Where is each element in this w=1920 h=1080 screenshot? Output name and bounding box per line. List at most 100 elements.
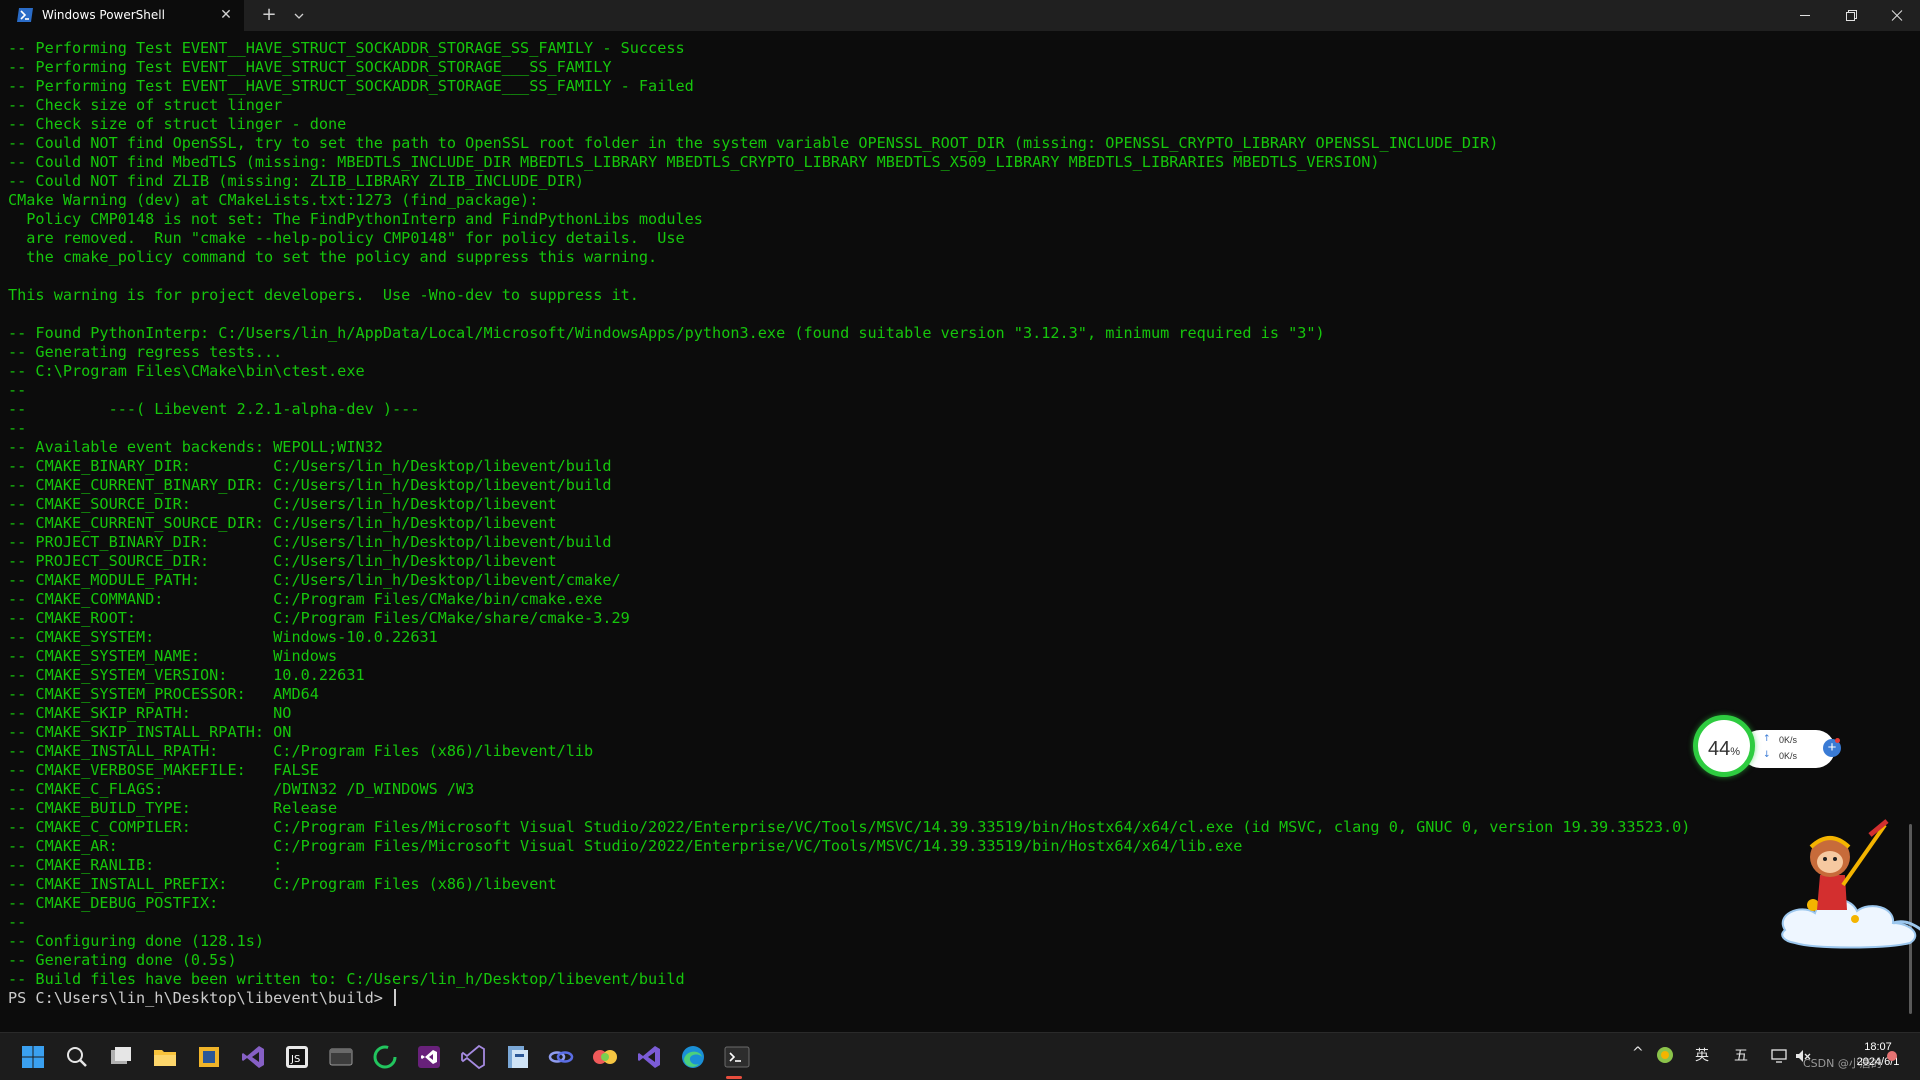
- terminal-line: --: [8, 913, 27, 931]
- title-bar: Windows PowerShell ✕ +: [0, 0, 1920, 31]
- terminal-line: -- Available event backends: WEPOLL;WIN3…: [8, 438, 383, 456]
- ime-language-indicator[interactable]: 英: [1695, 1045, 1709, 1065]
- notification-dot: [1835, 738, 1840, 743]
- terminal-line: -- CMAKE_COMMAND: C:/Program Files/CMake…: [8, 590, 603, 608]
- text-cursor: [394, 989, 397, 1006]
- new-tab-button[interactable]: +: [258, 5, 280, 27]
- memory-usage-ring[interactable]: 44%: [1693, 715, 1755, 777]
- terminal-line: This warning is for project developers. …: [8, 286, 639, 304]
- terminal-line: -- Generating regress tests...: [8, 343, 283, 361]
- prompt-text: PS C:\Users\lin_h\Desktop\libevent\build…: [8, 989, 393, 1007]
- tab-windows-powershell[interactable]: Windows PowerShell ✕: [0, 0, 244, 31]
- vscode-icon[interactable]: [634, 1042, 664, 1072]
- file-explorer-icon[interactable]: [150, 1042, 180, 1072]
- ime-mode-indicator[interactable]: 五: [1734, 1045, 1748, 1065]
- minimize-button[interactable]: [1782, 0, 1828, 31]
- terminal-line: -- CMAKE_SOURCE_DIR: C:/Users/lin_h/Desk…: [8, 495, 557, 513]
- close-tab-icon[interactable]: ✕: [218, 7, 234, 23]
- terminal-line: -- Performing Test EVENT__HAVE_STRUCT_SO…: [8, 39, 685, 57]
- terminal-line: CMake Warning (dev) at CMakeLists.txt:12…: [8, 191, 539, 209]
- terminal-line: -- Build files have been written to: C:/…: [8, 970, 685, 988]
- terminal-line: -- CMAKE_SYSTEM_PROCESSOR: AMD64: [8, 685, 319, 703]
- terminal-line: -- CMAKE_CURRENT_BINARY_DIR: C:/Users/li…: [8, 476, 612, 494]
- active-app-indicator: [726, 1076, 742, 1079]
- terminal-output[interactable]: -- Performing Test EVENT__HAVE_STRUCT_SO…: [8, 39, 1888, 1019]
- search-icon[interactable]: [62, 1042, 92, 1072]
- clock-date: 2024/6/1: [1856, 1056, 1900, 1068]
- app-icon[interactable]: [194, 1042, 224, 1072]
- upload-speed: 0K/s: [1779, 735, 1798, 745]
- chevron-down-icon[interactable]: [288, 5, 310, 27]
- tab-title: Windows PowerShell: [42, 8, 165, 22]
- colorful-app-icon[interactable]: [590, 1042, 620, 1072]
- terminal-line: are removed. Run "cmake --help-policy CM…: [8, 229, 685, 247]
- terminal-line: the cmake_policy command to set the poli…: [8, 248, 658, 266]
- terminal-line: -- Could NOT find OpenSSL, try to set th…: [8, 134, 1499, 152]
- terminal-line: -- Check size of struct linger - done: [8, 115, 347, 133]
- link-icon[interactable]: [546, 1042, 576, 1072]
- terminal-line: --: [8, 381, 27, 399]
- terminal-line: -- Performing Test EVENT__HAVE_STRUCT_SO…: [8, 58, 612, 76]
- restore-button[interactable]: [1828, 0, 1874, 31]
- terminal-line: Policy CMP0148 is not set: The FindPytho…: [8, 210, 703, 228]
- show-hidden-icons-chevron[interactable]: ^: [1632, 1045, 1644, 1061]
- jetbrains-icon[interactable]: JS: [282, 1042, 312, 1072]
- terminal-line: -- Check size of struct linger: [8, 96, 283, 114]
- download-speed: 0K/s: [1779, 751, 1798, 761]
- download-arrow-icon: ↓: [1763, 750, 1771, 760]
- clock-time: 18:07: [1864, 1041, 1892, 1053]
- upload-arrow-icon: ↑: [1763, 734, 1771, 744]
- terminal-line: -- CMAKE_SYSTEM_VERSION: 10.0.22631: [8, 666, 365, 684]
- notification-bell-icon[interactable]: [1887, 1051, 1897, 1061]
- terminal-line: -- CMAKE_INSTALL_PREFIX: C:/Program File…: [8, 875, 557, 893]
- svg-text:JS: JS: [290, 1054, 300, 1065]
- terminal-line: -- CMAKE_DEBUG_POSTFIX:: [8, 894, 219, 912]
- tray-app-icon[interactable]: [1656, 1046, 1674, 1064]
- terminal-line: -- CMAKE_SYSTEM: Windows-10.0.22631: [8, 628, 438, 646]
- visual-studio-icon[interactable]: [238, 1042, 268, 1072]
- terminal-line: -- Generating done (0.5s): [8, 951, 237, 969]
- close-window-button[interactable]: [1874, 0, 1920, 31]
- terminal-line: -- Configuring done (128.1s): [8, 932, 265, 950]
- terminal-line: -- CMAKE_RANLIB: :: [8, 856, 283, 874]
- terminal-line: -- C:\Program Files\CMake\bin\ctest.exe: [8, 362, 365, 380]
- network-speed-widget[interactable]: 44% ↑ ↓ 0K/s 0K/s +: [1693, 715, 1843, 784]
- terminal-line: -- PROJECT_SOURCE_DIR: C:/Users/lin_h/De…: [8, 552, 557, 570]
- terminal-line: -- CMAKE_CURRENT_SOURCE_DIR: C:/Users/li…: [8, 514, 557, 532]
- app-map-icon[interactable]: [502, 1042, 532, 1072]
- taskbar: JS ^ 英 五 CSDN @小唐的 18:07 2024/6/1: [0, 1032, 1920, 1080]
- terminal-line: -- CMAKE_AR: C:/Program Files/Microsoft …: [8, 837, 1243, 855]
- visual-studio-purple-icon[interactable]: [414, 1042, 444, 1072]
- green-ring-icon[interactable]: [370, 1042, 400, 1072]
- usage-percent: 44%: [1707, 738, 1741, 760]
- terminal-line: -- CMAKE_MODULE_PATH: C:/Users/lin_h/Des…: [8, 571, 621, 589]
- terminal-line: -- CMAKE_BINARY_DIR: C:/Users/lin_h/Desk…: [8, 457, 612, 475]
- terminal-line: -- CMAKE_C_FLAGS: /DWIN32 /D_WINDOWS /W3: [8, 780, 475, 798]
- terminal-line: --: [8, 419, 27, 437]
- powershell-icon: [17, 8, 33, 22]
- terminal-line: -- CMAKE_SYSTEM_NAME: Windows: [8, 647, 338, 665]
- clock[interactable]: 18:07 2024/6/1: [1848, 1040, 1908, 1070]
- network-icon[interactable]: [1770, 1047, 1788, 1065]
- terminal-line: -- Could NOT find MbedTLS (missing: MBED…: [8, 153, 1380, 171]
- terminal-line: -- Found PythonInterp: C:/Users/lin_h/Ap…: [8, 324, 1325, 342]
- edge-icon[interactable]: [678, 1042, 708, 1072]
- terminal-line: -- CMAKE_BUILD_TYPE: Release: [8, 799, 338, 817]
- prompt-line[interactable]: PS C:\Users\lin_h\Desktop\libevent\build…: [8, 989, 1888, 1008]
- terminal-window-icon[interactable]: [326, 1042, 356, 1072]
- terminal-line: -- CMAKE_INSTALL_RPATH: C:/Program Files…: [8, 742, 594, 760]
- monkey-mascot-icon[interactable]: [1775, 815, 1920, 950]
- terminal-line: -- CMAKE_SKIP_INSTALL_RPATH: ON: [8, 723, 292, 741]
- windows-start-icon[interactable]: [18, 1042, 48, 1072]
- terminal-line: -- CMAKE_SKIP_RPATH: NO: [8, 704, 292, 722]
- terminal-line: -- Performing Test EVENT__HAVE_STRUCT_SO…: [8, 77, 694, 95]
- terminal-line: -- Could NOT find ZLIB (missing: ZLIB_LI…: [8, 172, 585, 190]
- terminal-line: -- CMAKE_VERBOSE_MAKEFILE: FALSE: [8, 761, 319, 779]
- terminal-line: -- ---( Libevent 2.2.1-alpha-dev )---: [8, 400, 420, 418]
- terminal-line: -- PROJECT_BINARY_DIR: C:/Users/lin_h/De…: [8, 533, 612, 551]
- visual-studio-outline-icon[interactable]: [458, 1042, 488, 1072]
- terminal-icon[interactable]: [722, 1042, 752, 1072]
- task-view-icon[interactable]: [106, 1042, 136, 1072]
